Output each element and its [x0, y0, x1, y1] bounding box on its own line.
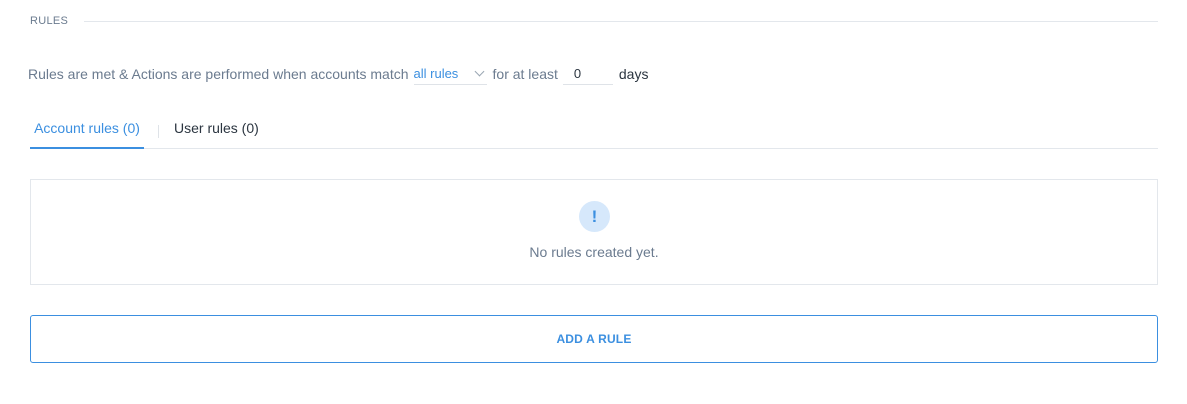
empty-state-message: No rules created yet.: [529, 244, 659, 260]
tab-account-rules[interactable]: Account rules (0): [30, 115, 144, 149]
days-label: days: [618, 66, 649, 82]
exclamation-icon: !: [579, 201, 610, 232]
chevron-down-icon: [474, 66, 484, 77]
tab-user-rules[interactable]: User rules (0): [174, 115, 259, 148]
match-mode-value: all rules: [413, 66, 459, 81]
rule-tabs: Account rules (0) User rules (0): [30, 115, 1158, 149]
section-title: RULES: [30, 15, 69, 27]
rule-match-sentence: Rules are met & Actions are performed wh…: [28, 62, 648, 86]
days-input[interactable]: [562, 63, 613, 85]
add-rule-button[interactable]: ADD A RULE: [30, 315, 1158, 363]
rule-sentence-middle: for at least: [492, 66, 558, 82]
match-mode-select[interactable]: all rules: [413, 63, 487, 85]
tab-separator: [158, 125, 159, 138]
rule-sentence-prefix: Rules are met & Actions are performed wh…: [28, 66, 409, 82]
empty-rules-panel: ! No rules created yet.: [30, 179, 1158, 285]
section-divider: [84, 20, 1158, 22]
rules-section-header: RULES: [30, 13, 1158, 29]
